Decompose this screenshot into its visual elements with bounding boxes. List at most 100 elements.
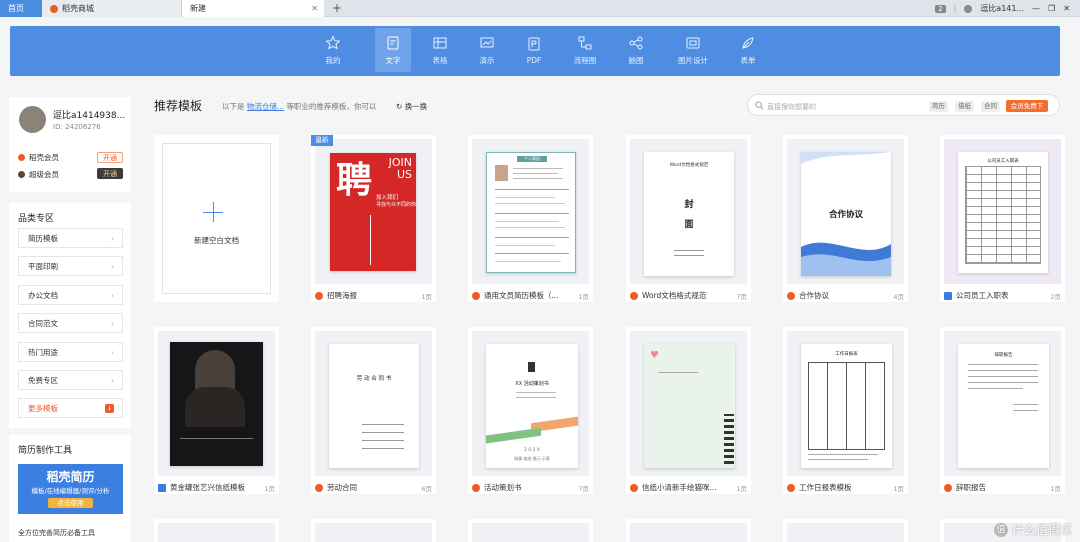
template-title: 公司员工入职表 [944,290,1009,301]
template-card[interactable]: 劳 动 合 同 书 劳动合同 6页 [311,327,436,494]
close-icon[interactable]: ✕ [311,4,318,13]
profile-name[interactable]: 逗比a1414938... [53,108,125,121]
writer-icon [630,291,638,300]
doc-preview: XX 活动策划书 2 0 2 X 城事 商成 借元 示意 [486,344,578,468]
tab-docer-mall[interactable]: 稻壳商城 [42,0,182,17]
template-card[interactable]: 个人简历 通用文员简历模板（... 1页 [468,135,593,302]
template-thumbnail[interactable]: 公司员工入职表 [944,139,1061,284]
template-card[interactable] [468,519,593,542]
template-card[interactable]: ♥ 信纸小清新手绘猫咪... 1页 [626,327,751,494]
category-item-contract[interactable]: 合同范文 › [18,313,123,333]
template-thumbnail[interactable]: 个人简历 [472,139,589,284]
photo-letter-preview [170,342,263,466]
user-name[interactable]: 逗比a141... [980,3,1024,14]
template-thumbnail[interactable]: 合作协议 [787,139,904,284]
user-avatar-icon[interactable] [964,4,973,13]
template-thumbnail[interactable]: Word文档格式规范 封 面 [630,139,747,284]
new-blank-doc-card[interactable]: 新建空白文档 [154,135,279,302]
open-super-member-button[interactable]: 开通 [97,168,123,179]
restore-icon[interactable]: ❐ [1048,4,1055,13]
template-card[interactable] [154,519,279,542]
search-box[interactable]: 直接搜你想要的 简历 借纸 合同 会员免费下 [747,94,1060,116]
template-thumbnail[interactable]: 辞职报告 [944,331,1061,476]
toolbar-item-image-design[interactable]: 图片设计 [672,28,714,72]
category-item-free[interactable]: 免费专区 › [18,370,123,390]
template-card[interactable]: Word文档格式规范 封 面 Word文档格式规范 7页 [626,135,751,302]
toolbar-item-writer[interactable]: 文字 [375,28,411,72]
template-thumbnail[interactable]: 聘 JOIN US 加入我们 寻找与众不同的你 [315,139,432,284]
toolbar-item-mindmap[interactable]: 脑图 [618,28,654,72]
template-thumbnail[interactable] [630,523,747,542]
recommend-subtitle: 以下是 物流仓储... 等职业的推荐模板，你可以 [222,101,376,112]
banner-button[interactable]: 点击使用 [48,498,93,508]
template-card[interactable]: 黄金罐张艺兴信纸模板 1页 [154,327,279,494]
doc-heading: 合作协议 [828,210,863,220]
more-templates-link[interactable]: 更多模板 ↓ [18,398,123,418]
toolbar-item-pdf[interactable]: PDF [516,28,552,72]
toolbar-label: PDF [526,55,542,65]
tab-count-badge[interactable]: 2 [935,4,946,13]
heart-icon: ♥ [650,350,659,361]
category-item-resume[interactable]: 简历模板 › [18,228,123,248]
category-label: 办公文档 [28,290,58,300]
template-card[interactable]: XX 活动策划书 2 0 2 X 城事 商成 借元 示意 活动策划书 7页 [468,327,593,494]
member-row-docer: 稻壳会员 [18,152,59,163]
toolbar-item-mine[interactable]: 我的 [315,28,351,72]
minimize-icon[interactable]: — [1032,4,1040,13]
tab-new[interactable]: 新建 ✕ [182,0,324,17]
template-card[interactable]: 合作协议 合作协议 4页 [783,135,908,302]
page-count: 7页 [578,485,589,493]
resume-banner[interactable]: 稻壳简历 模板/在线编辑器/测评/分析 点击使用 [18,464,123,514]
category-item-office[interactable]: 办公文档 › [18,285,123,305]
category-label: 合同范文 [28,318,58,328]
template-thumbnail[interactable]: 劳 动 合 同 书 [315,331,432,476]
category-label: 平面印刷 [28,261,58,271]
category-title: 品类专区 [18,214,55,224]
template-card[interactable]: 聘 JOIN US 加入我们 寻找与众不同的你 最新 招聘海报 1页 [311,135,436,302]
tab-home[interactable]: 首页 [0,0,42,17]
toolbar-item-presentation[interactable]: 演示 [469,28,505,72]
template-thumbnail[interactable] [158,523,275,542]
search-chip[interactable]: 合同 [981,101,1000,112]
member-free-download-button[interactable]: 会员免费下 [1006,100,1048,112]
template-card[interactable] [626,519,751,542]
writer-icon [315,291,323,300]
search-chip[interactable]: 借纸 [955,101,974,112]
template-card[interactable]: 辞职报告 辞职报告 1页 [940,327,1065,494]
letter-preview: ♥ [644,344,735,468]
category-item-print[interactable]: 平面印刷 › [18,256,123,276]
toolbar-item-form[interactable]: 表单 [730,28,766,72]
template-thumbnail[interactable] [787,523,904,542]
toolbar-item-sheet[interactable]: 表格 [422,28,458,72]
avatar[interactable] [19,106,46,133]
refresh-button[interactable]: ↻ 换一换 [396,101,427,112]
new-blank-doc[interactable]: 新建空白文档 [162,143,271,294]
writer-icon [472,291,480,300]
template-card[interactable]: 工作日报表 工作日报表模板 1页 [783,327,908,494]
template-thumbnail[interactable]: 工作日报表 [787,331,904,476]
window-close-icon[interactable]: ✕ [1063,4,1070,13]
template-thumbnail[interactable] [158,331,275,476]
template-thumbnail[interactable] [315,523,432,542]
toolbar-item-flowchart[interactable]: 流程图 [567,28,603,72]
search-input[interactable]: 直接搜你想要的 [767,102,816,112]
category-item-popular[interactable]: 热门用途 › [18,342,123,362]
template-card[interactable] [783,519,908,542]
template-thumbnail[interactable]: XX 活动策划书 2 0 2 X 城事 商成 借元 示意 [472,331,589,476]
open-docer-member-button[interactable]: 开通 [97,152,123,163]
doc-heading: XX 活动策划书 [515,381,549,387]
cover-char: 面 [684,220,694,230]
cat-doodle [724,414,734,464]
page-count: 1页 [893,485,904,493]
new-tab-plus-icon[interactable]: + [332,1,342,15]
docer-logo-icon [50,4,58,13]
template-thumbnail[interactable] [472,523,589,542]
template-card[interactable] [311,519,436,542]
writer-icon [630,483,638,492]
search-chip[interactable]: 简历 [929,101,948,112]
template-thumbnail[interactable]: ♥ [630,331,747,476]
profession-link[interactable]: 物流仓储... [247,102,284,111]
writer-icon [315,483,323,492]
template-card[interactable]: 公司员工入职表 公司员工入职表 2页 [940,135,1065,302]
report-table [808,362,885,450]
